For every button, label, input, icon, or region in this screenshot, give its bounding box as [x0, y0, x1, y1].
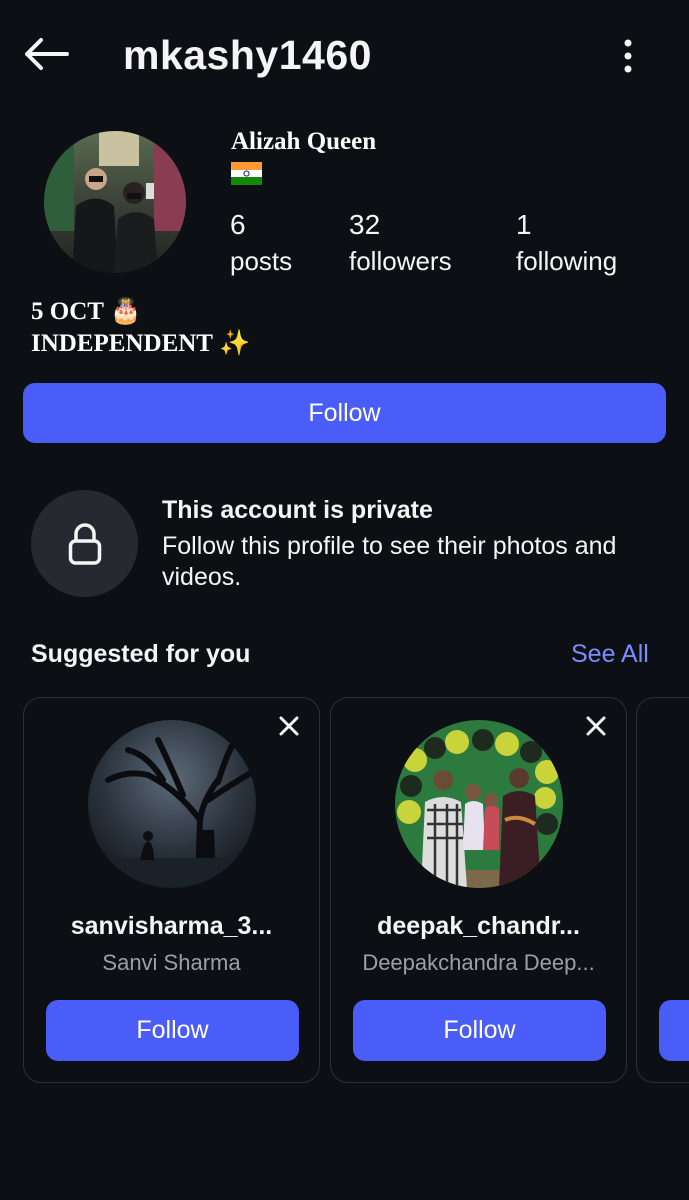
following-label: following	[516, 246, 618, 276]
bio-status-text: INDEPENDENT	[31, 330, 213, 357]
see-all-link[interactable]: See All	[571, 640, 649, 669]
sparkles-emoji-icon: ✨	[218, 330, 251, 357]
suggestion-avatar[interactable]	[88, 720, 256, 888]
profile-username: mkashy1460	[123, 32, 372, 78]
close-icon	[279, 716, 299, 736]
suggestion-username[interactable]: sanvisharma_3...	[24, 912, 319, 941]
suggestion-avatar[interactable]	[395, 720, 563, 888]
followers-label: followers	[349, 246, 452, 276]
dismiss-suggestion-button[interactable]	[580, 710, 612, 742]
suggestion-follow-button[interactable]: Follow	[353, 1000, 606, 1061]
suggestion-card[interactable]: sanvisharma_3... Sanvi Sharma Follow	[23, 697, 320, 1083]
dismiss-suggestion-button[interactable]	[273, 710, 305, 742]
profile-bio: 5 OCT 🎂 INDEPENDENT ✨	[31, 296, 250, 360]
following-count: 1	[516, 209, 532, 240]
india-flag-icon	[231, 162, 262, 185]
followers-count: 32	[349, 209, 381, 240]
suggestion-card[interactable]: deepak_chandr... Deepakchandra Deep... F…	[330, 697, 627, 1083]
more-vertical-icon	[624, 39, 632, 73]
bio-line: 5 OCT 🎂	[31, 296, 250, 328]
suggestion-full-name: Deepakchandra Deep...	[362, 950, 595, 975]
follow-button[interactable]: Follow	[23, 383, 666, 443]
private-lock-badge	[31, 490, 138, 597]
cake-emoji-icon: 🎂	[109, 298, 142, 325]
back-button[interactable]	[20, 30, 72, 78]
bio-line: INDEPENDENT ✨	[31, 328, 250, 360]
private-account-description: Follow this profile to see their photos …	[162, 532, 617, 591]
lock-icon	[68, 522, 101, 565]
stat-followers[interactable]: 32 followers	[349, 208, 452, 280]
suggestion-follow-button-partial[interactable]	[659, 1000, 689, 1061]
posts-count: 6	[230, 209, 246, 240]
suggested-section-title: Suggested for you	[31, 640, 251, 668]
arrow-left-icon	[25, 38, 69, 70]
display-name: Alizah Queen	[231, 128, 377, 155]
posts-label: posts	[230, 246, 293, 276]
more-options-button[interactable]	[608, 34, 648, 78]
suggestion-full-name: Sanvi Sharma	[102, 950, 241, 975]
close-icon	[586, 716, 606, 736]
bio-birthday-text: 5 OCT	[31, 298, 104, 325]
suggestion-follow-button[interactable]: Follow	[46, 1000, 299, 1061]
stat-posts[interactable]: 6 posts	[230, 208, 292, 280]
suggestion-card-partial[interactable]	[636, 697, 689, 1083]
top-bar: mkashy1460	[0, 0, 689, 110]
suggestion-username[interactable]: deepak_chandr...	[331, 912, 626, 941]
private-account-title: This account is private	[162, 496, 433, 524]
stat-following[interactable]: 1 following	[516, 208, 617, 280]
profile-avatar[interactable]	[44, 131, 186, 273]
